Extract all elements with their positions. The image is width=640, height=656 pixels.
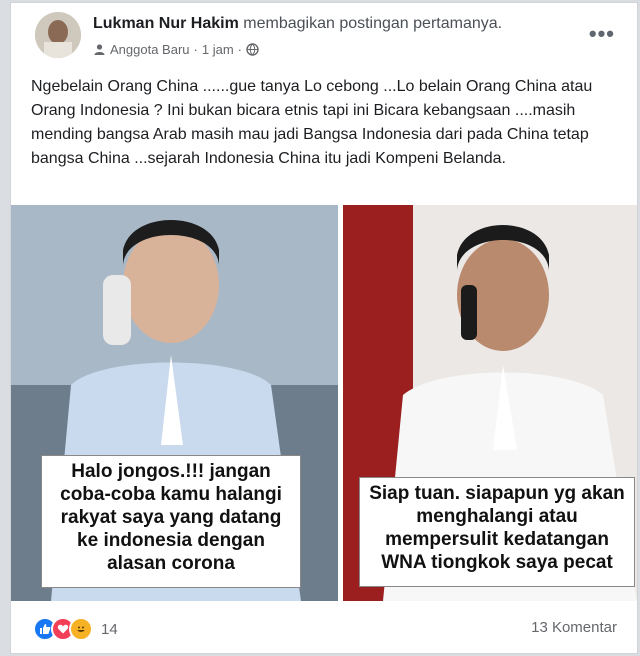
more-options-button[interactable]: ••• (589, 21, 615, 47)
post-action-text: membagikan postingan pertamanya. (243, 15, 503, 32)
post-meta: Anggota Baru · 1 jam · (93, 42, 259, 57)
post-header: Lukman Nur Hakim membagikan postingan pe… (11, 3, 637, 65)
member-badge-icon (94, 44, 105, 55)
meta-separator: · (193, 42, 198, 57)
author-line: Lukman Nur Hakim membagikan postingan pe… (93, 15, 502, 33)
haha-reaction-icon (69, 617, 93, 641)
meta-separator-2: · (237, 42, 242, 57)
author-name[interactable]: Lukman Nur Hakim (93, 15, 239, 32)
post-image[interactable]: Halo jongos.!!! jangan coba-coba kamu ha… (11, 205, 637, 601)
caption-right: Siap tuan. siapapun yg akan menghalangi … (359, 477, 635, 587)
avatar-image (35, 12, 81, 58)
globe-icon[interactable] (246, 43, 259, 56)
comment-count[interactable]: 13 Komentar (531, 619, 617, 636)
caption-left: Halo jongos.!!! jangan coba-coba kamu ha… (41, 455, 301, 588)
post-text: Ngebelain Orang China ......gue tanya Lo… (31, 78, 593, 167)
post-footer: 14 13 Komentar (11, 607, 637, 651)
member-badge-label[interactable]: Anggota Baru (110, 42, 190, 57)
reactions-summary[interactable]: 14 (33, 617, 118, 641)
reaction-count[interactable]: 14 (101, 621, 118, 638)
post-card: Lukman Nur Hakim membagikan postingan pe… (10, 2, 638, 654)
post-time[interactable]: 1 jam (202, 42, 234, 57)
author-avatar[interactable] (35, 12, 81, 58)
